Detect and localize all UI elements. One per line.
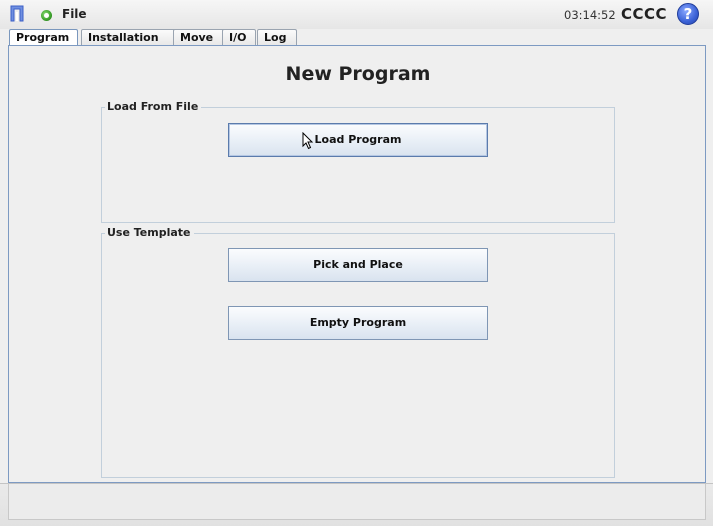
tab-installation[interactable]: Installation xyxy=(81,29,177,45)
tab-log[interactable]: Log xyxy=(257,29,297,45)
load-from-file-legend: Load From File xyxy=(105,100,202,114)
clock: 03:14:52 xyxy=(564,8,616,22)
use-template-group: Use Template Pick and Place Empty Progra… xyxy=(101,226,615,478)
pick-and-place-button[interactable]: Pick and Place xyxy=(228,248,488,282)
mouse-cursor-icon xyxy=(302,132,314,150)
bottom-bar xyxy=(0,483,713,526)
load-from-file-group: Load From File Load Program xyxy=(101,100,615,223)
tab-move[interactable]: Move xyxy=(173,29,226,45)
page-title: New Program xyxy=(285,63,431,85)
ur-logo-icon[interactable] xyxy=(10,5,24,22)
load-program-button[interactable]: Load Program xyxy=(228,123,488,157)
help-icon[interactable]: ? xyxy=(677,3,699,25)
robot-name: CCCC xyxy=(621,5,668,23)
bottom-panel xyxy=(8,484,706,520)
file-menu[interactable]: File xyxy=(62,7,87,21)
program-panel: New Program Load From File Load Program … xyxy=(8,45,706,483)
use-template-legend: Use Template xyxy=(105,226,194,240)
status-ok-icon xyxy=(41,10,52,21)
tab-io[interactable]: I/O xyxy=(222,29,256,45)
top-bar: File 03:14:52 CCCC ? xyxy=(0,0,713,29)
app-window: File 03:14:52 CCCC ? Program Installatio… xyxy=(0,0,713,526)
tab-program[interactable]: Program xyxy=(9,29,78,46)
empty-program-button[interactable]: Empty Program xyxy=(228,306,488,340)
